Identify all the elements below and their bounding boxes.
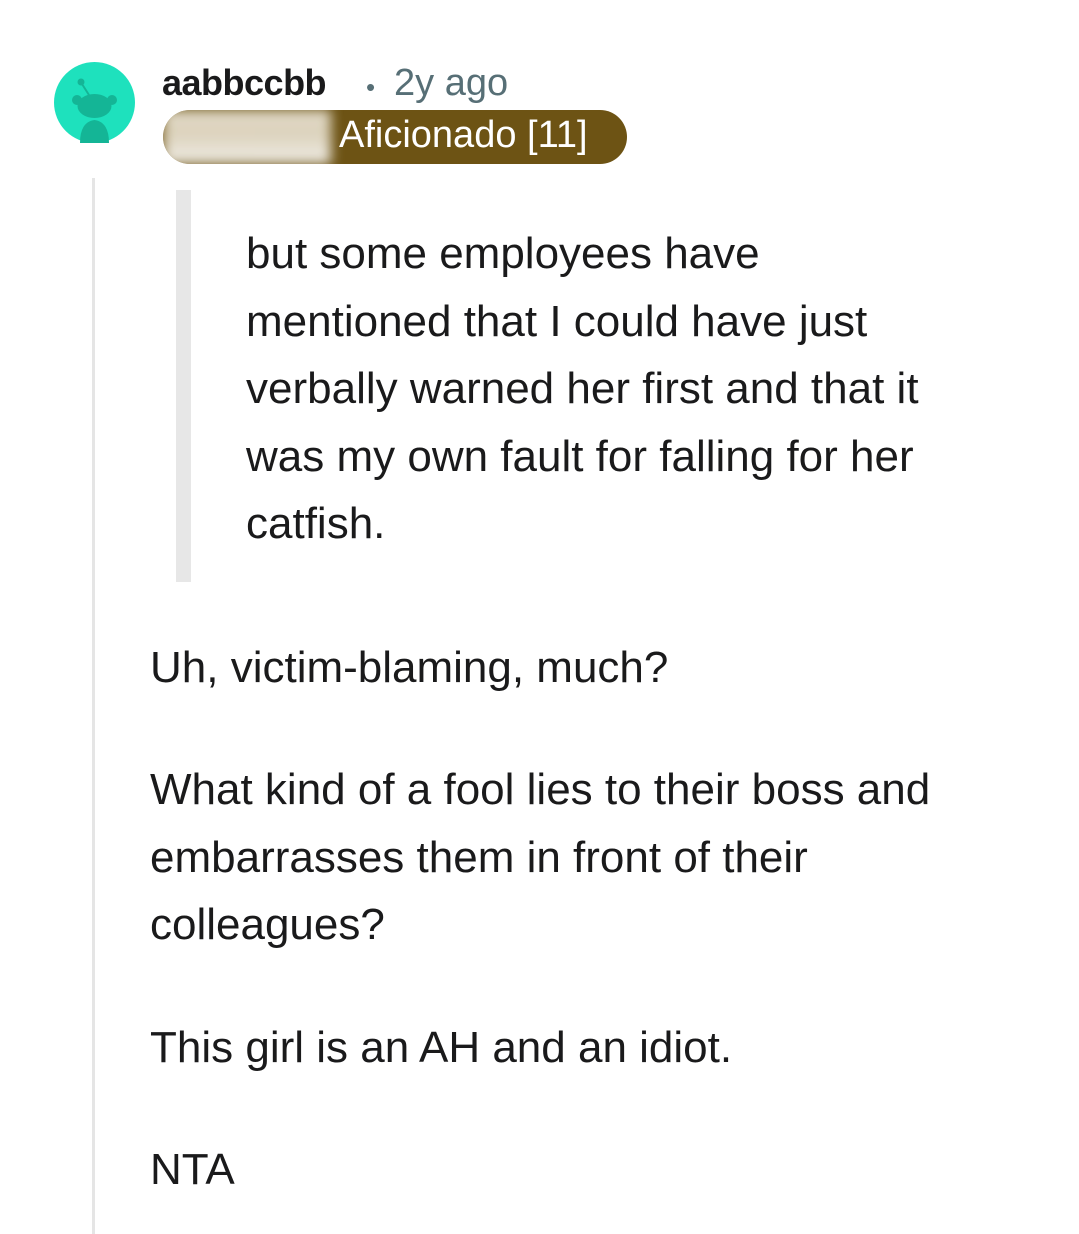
reddit-snoo-avatar-icon <box>54 62 135 143</box>
user-avatar[interactable] <box>54 62 135 143</box>
comment-age: 2y ago <box>394 62 509 104</box>
comment-paragraph: NTA <box>150 1145 235 1194</box>
quote-bar <box>176 190 191 582</box>
user-flair: Aficionado [11] <box>163 110 627 164</box>
comment-paragraph: What kind of a fool lies to their boss a… <box>150 765 931 949</box>
comment-paragraph: This girl is an AH and an idiot. <box>150 1023 733 1072</box>
meta-separator: • <box>366 72 376 102</box>
thread-line[interactable] <box>92 178 95 1234</box>
flair-blurred-emoji <box>163 110 331 164</box>
comment-paragraph: Uh, victim-blaming, much? <box>150 643 669 692</box>
flair-text: Aficionado [11] <box>339 114 588 156</box>
quoted-text: but some employees have mentioned that I… <box>246 229 919 548</box>
username[interactable]: aabbccbb <box>162 62 327 104</box>
